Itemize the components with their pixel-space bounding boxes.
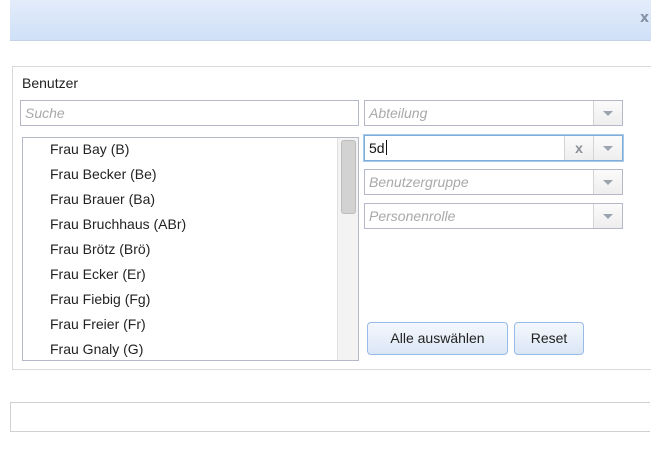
- filter-text-dropdown-trigger[interactable]: [593, 136, 622, 160]
- window-titlebar: x: [10, 0, 651, 41]
- filter-text-combo[interactable]: 5d x: [364, 135, 623, 161]
- user-group-placeholder: Benutzergruppe: [369, 174, 469, 190]
- department-combo[interactable]: Abteilung: [364, 100, 623, 126]
- person-role-combo[interactable]: Personenrolle: [364, 203, 623, 229]
- reset-button[interactable]: Reset: [514, 322, 584, 355]
- search-input[interactable]: Suche: [20, 100, 359, 126]
- filter-text-value: 5d: [369, 140, 385, 156]
- user-list[interactable]: Frau Bay (B) Frau Becker (Be) Frau Braue…: [22, 137, 359, 361]
- list-item[interactable]: Frau Bruchhaus (ABr): [50, 216, 186, 232]
- person-role-placeholder: Personenrolle: [369, 208, 456, 224]
- department-placeholder: Abteilung: [369, 105, 428, 121]
- user-group-dropdown-trigger[interactable]: [593, 170, 622, 194]
- bottom-text-field[interactable]: [10, 402, 650, 432]
- user-group-combo[interactable]: Benutzergruppe: [364, 169, 623, 195]
- fieldset-legend: Benutzer: [22, 75, 79, 91]
- list-item[interactable]: Frau Becker (Be): [50, 166, 157, 182]
- person-role-dropdown-trigger[interactable]: [593, 204, 622, 228]
- chevron-down-icon: [603, 146, 613, 151]
- scrollbar-thumb[interactable]: [341, 140, 356, 214]
- close-icon[interactable]: x: [640, 10, 649, 26]
- chevron-down-icon: [603, 180, 613, 185]
- department-dropdown-trigger[interactable]: [593, 101, 622, 125]
- list-item[interactable]: Frau Ecker (Er): [50, 266, 146, 282]
- search-placeholder: Suche: [25, 105, 65, 121]
- clear-icon[interactable]: x: [564, 136, 593, 160]
- list-item[interactable]: Frau Gnaly (G): [50, 341, 143, 357]
- chevron-down-icon: [603, 111, 613, 116]
- list-item[interactable]: Frau Fiebig (Fg): [50, 291, 150, 307]
- list-item[interactable]: Frau Brauer (Ba): [50, 191, 155, 207]
- list-item[interactable]: Frau Freier (Fr): [50, 316, 146, 332]
- list-item[interactable]: Frau Brötz (Brö): [50, 241, 150, 257]
- chevron-down-icon: [603, 214, 613, 219]
- select-all-button[interactable]: Alle auswählen: [367, 322, 508, 355]
- list-item[interactable]: Frau Bay (B): [50, 141, 129, 157]
- list-scrollbar[interactable]: [337, 138, 358, 360]
- text-cursor: [385, 140, 387, 155]
